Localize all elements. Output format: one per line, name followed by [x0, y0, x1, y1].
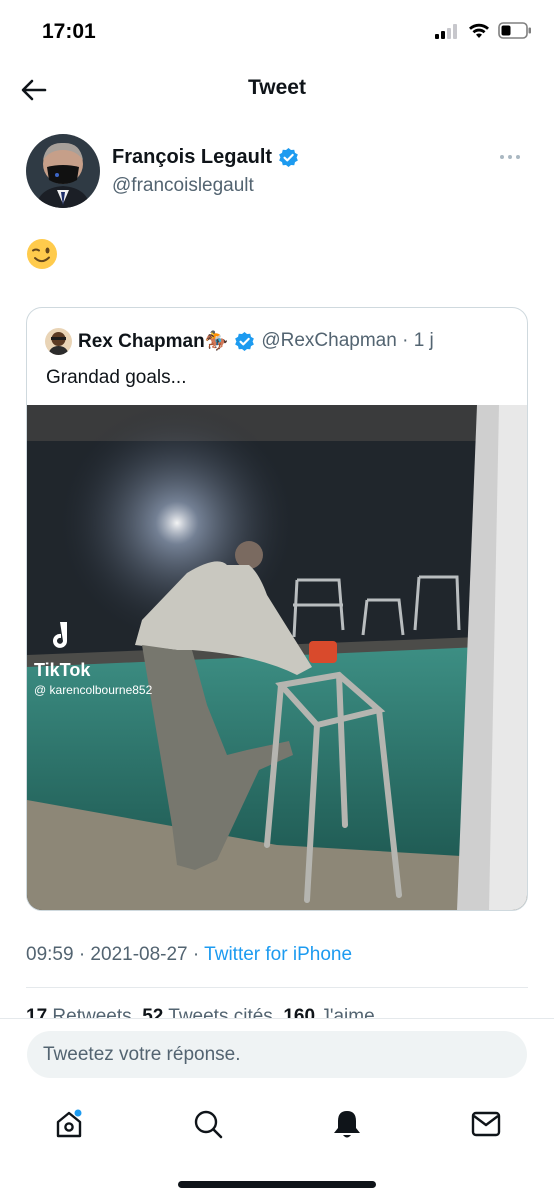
- author-name[interactable]: François Legault: [112, 146, 299, 169]
- nav-bar: Tweet: [0, 64, 554, 116]
- status-bar: 17:01: [0, 0, 554, 64]
- home-icon: [56, 1109, 82, 1138]
- quoted-video[interactable]: TikTok @ karencolbourne852: [27, 405, 527, 910]
- mail-icon: [471, 1111, 501, 1137]
- tab-search[interactable]: [185, 1101, 231, 1147]
- tweet-author: François Legault @francoislegault: [26, 134, 528, 210]
- tweet-text: [26, 238, 60, 272]
- retweets-label: Retweets: [47, 1006, 143, 1018]
- tweet-source-link[interactable]: Twitter for iPhone: [204, 944, 352, 965]
- more-options-button[interactable]: [500, 152, 524, 162]
- tab-home[interactable]: [46, 1101, 92, 1147]
- quoted-author-avatar: [45, 327, 72, 355]
- verified-badge-icon: [279, 147, 298, 168]
- home-indicator: [178, 1181, 376, 1188]
- quotes-label: Tweets cités: [163, 1006, 284, 1018]
- tiktok-watermark-label: TikTok: [34, 660, 91, 680]
- bell-icon: [334, 1111, 360, 1138]
- page-title: Tweet: [248, 76, 306, 99]
- more-dots-icon: [500, 155, 504, 159]
- wifi-icon: [469, 23, 489, 38]
- quoted-tweet[interactable]: Rex Chapman🏇 @RexChapman · 1 j Grandad g…: [26, 307, 528, 911]
- tiktok-watermark-user: @ karencolbourne852: [34, 683, 153, 697]
- likes-label: J'aime: [315, 1006, 375, 1018]
- cellular-signal-icon: [435, 23, 457, 39]
- bottom-bar: Tweetez votre réponse.: [0, 1018, 554, 1199]
- author-handle[interactable]: @francoislegault: [112, 175, 254, 197]
- quotes-count[interactable]: 52: [142, 1006, 163, 1018]
- status-icons: [434, 22, 532, 39]
- tab-bar: [0, 1101, 554, 1147]
- author-name-text: François Legault: [112, 146, 273, 168]
- winking-face-icon: [27, 239, 57, 269]
- status-time: 17:01: [42, 20, 96, 43]
- tab-notifications[interactable]: [324, 1101, 370, 1147]
- quoted-tweet-text: Grandad goals...: [46, 367, 187, 388]
- reply-input[interactable]: Tweetez votre réponse.: [27, 1031, 527, 1078]
- retweets-count[interactable]: 17: [26, 1006, 47, 1018]
- verified-badge-icon: [235, 331, 255, 351]
- quoted-author-name: Rex Chapman🏇: [78, 331, 229, 352]
- author-avatar[interactable]: [26, 134, 100, 208]
- search-icon: [194, 1110, 223, 1139]
- timestamp-text: 09:59 · 2021-08-27 ·: [26, 944, 205, 965]
- divider: [26, 987, 528, 988]
- likes-count[interactable]: 160: [283, 1006, 315, 1018]
- battery-icon: [498, 22, 531, 39]
- tweet-timestamp: 09:59 · 2021-08-27 · Twitter for iPhone: [26, 944, 352, 966]
- tweet-stats: 17 Retweets 52 Tweets cités 160 J'aime: [26, 1006, 375, 1018]
- quoted-tweet-header: Rex Chapman🏇 @RexChapman · 1 j: [45, 326, 515, 356]
- quoted-author-handle: @RexChapman · 1 j: [261, 330, 434, 351]
- tab-messages[interactable]: [463, 1101, 509, 1147]
